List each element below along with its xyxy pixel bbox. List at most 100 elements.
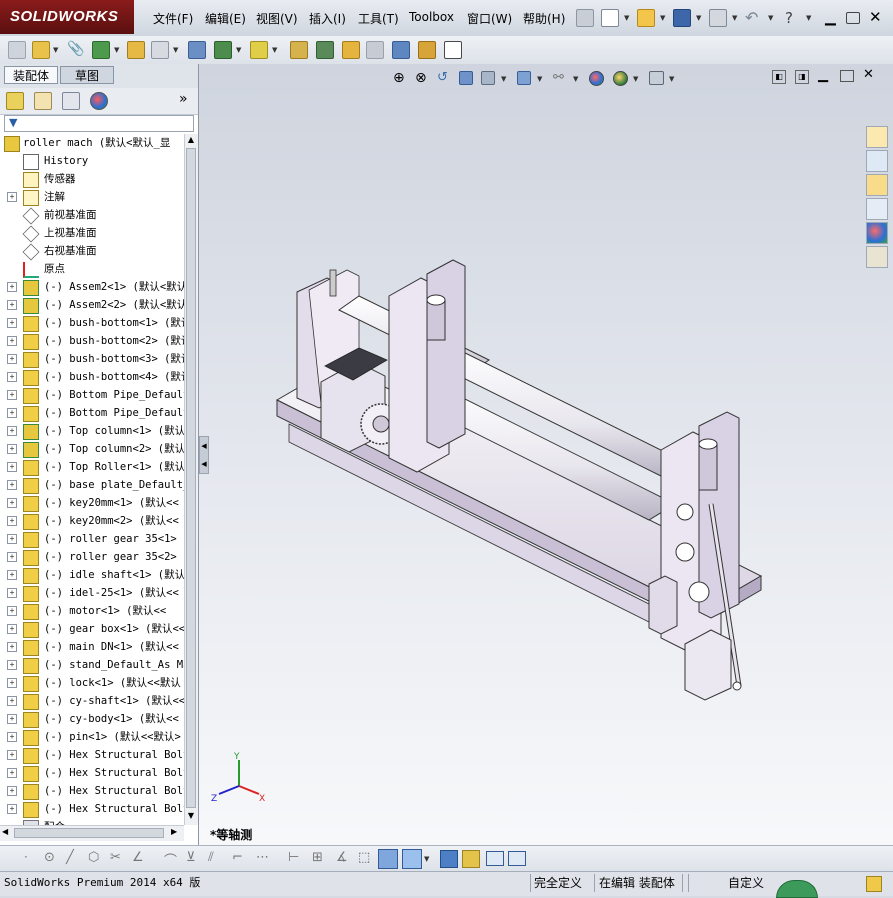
- chevron-down-icon[interactable]: ▼: [236, 46, 241, 54]
- angle-icon[interactable]: ∡: [336, 850, 348, 865]
- graphics-area[interactable]: ⊕ ⊗ ↺ ▼ ▼ ⚯ ▼ ▼ ▼ ◧ ◨ ▁ ✕ ◀ ◀ Y X Z *等轴测: [199, 64, 893, 845]
- expand-toggle-icon[interactable]: +: [7, 768, 17, 778]
- chevron-down-icon[interactable]: ▼: [114, 46, 119, 54]
- tree-item[interactable]: + (-) key20mm<2> (默认<<: [0, 512, 184, 530]
- roller-machine-model[interactable]: [199, 64, 893, 845]
- tree-item[interactable]: + (-) idel-25<1> (默认<<: [0, 584, 184, 602]
- expand-toggle-icon[interactable]: +: [7, 516, 17, 526]
- expand-toggle-icon[interactable]: +: [7, 588, 17, 598]
- configuration-manager-tab-icon[interactable]: [62, 92, 80, 110]
- tree-item[interactable]: + (-) Bottom Pipe_Default: [0, 404, 184, 422]
- dimension-icon[interactable]: ⊢: [288, 850, 299, 865]
- tree-item[interactable]: History: [0, 152, 184, 170]
- menu-insert[interactable]: 插入(I): [309, 10, 346, 27]
- task-pane-library-icon[interactable]: [866, 150, 888, 172]
- shaded-icon[interactable]: [402, 849, 422, 869]
- tree-item[interactable]: + (-) Assem2<1> (默认<默认: [0, 278, 184, 296]
- minimize-icon[interactable]: ▁: [825, 9, 843, 27]
- instant3d-icon[interactable]: [418, 41, 436, 59]
- chevron-down-icon[interactable]: ▼: [624, 14, 629, 22]
- expand-toggle-icon[interactable]: +: [7, 498, 17, 508]
- tree-item[interactable]: + (-) roller gear 35<2> (: [0, 548, 184, 566]
- shaded-with-edges-icon[interactable]: [378, 849, 398, 869]
- expand-toggle-icon[interactable]: +: [7, 426, 17, 436]
- expand-toggle-icon[interactable]: +: [7, 714, 17, 724]
- tree-item[interactable]: + (-) gear box<1> (默认<<: [0, 620, 184, 638]
- tree-item[interactable]: + (-) lock<1> (默认<<默认: [0, 674, 184, 692]
- tree-item[interactable]: + (-) Bottom Pipe_Default: [0, 386, 184, 404]
- tree-item[interactable]: + (-) bush-bottom<3> (默认: [0, 350, 184, 368]
- tree-item[interactable]: + (-) base plate_Default_: [0, 476, 184, 494]
- expand-toggle-icon[interactable]: +: [7, 624, 17, 634]
- tree-item[interactable]: + (-) Hex Structural Bolt: [0, 782, 184, 800]
- expand-toggle-icon[interactable]: +: [7, 606, 17, 616]
- tree-item[interactable]: + (-) pin<1> (默认<<默认>: [0, 728, 184, 746]
- corner-icon[interactable]: ⌐: [232, 850, 243, 865]
- task-pane-custom-properties-icon[interactable]: [866, 246, 888, 268]
- print-icon[interactable]: [709, 9, 727, 27]
- undo-icon[interactable]: ↶: [745, 9, 763, 27]
- expand-toggle-icon[interactable]: +: [7, 804, 17, 814]
- menu-tools[interactable]: 工具(T): [358, 10, 399, 27]
- menu-window[interactable]: 窗口(W): [467, 10, 512, 27]
- circle-icon[interactable]: ⊙: [44, 850, 55, 865]
- expand-toggle-icon[interactable]: +: [7, 300, 17, 310]
- new-motion-study-icon[interactable]: [290, 41, 308, 59]
- mirror-icon[interactable]: ⊻: [186, 850, 196, 865]
- chevron-down-icon[interactable]: ▼: [768, 14, 773, 22]
- tree-item[interactable]: 原点: [0, 260, 184, 278]
- tree-item[interactable]: + (-) bush-bottom<1> (默认: [0, 314, 184, 332]
- expand-toggle-icon[interactable]: +: [7, 444, 17, 454]
- single-view-icon[interactable]: [486, 851, 504, 866]
- tree-item[interactable]: + (-) bush-bottom<2> (默认: [0, 332, 184, 350]
- tree-item[interactable]: + (-) cy-body<1> (默认<<: [0, 710, 184, 728]
- tree-item[interactable]: 前视基准面: [0, 206, 184, 225]
- expand-toggle-icon[interactable]: +: [7, 642, 17, 652]
- scroll-left-icon[interactable]: ◀: [2, 827, 8, 836]
- chevron-down-icon[interactable]: ▼: [424, 855, 429, 863]
- construction-icon[interactable]: ⋯: [256, 850, 269, 865]
- interference-detection-icon[interactable]: [392, 41, 410, 59]
- tree-item[interactable]: 配合: [0, 818, 184, 825]
- assembly-visualization-icon[interactable]: [444, 41, 462, 59]
- units-dropdown[interactable]: 自定义: [728, 874, 764, 892]
- centerline-icon[interactable]: ⫽: [208, 850, 214, 865]
- expand-toggle-icon[interactable]: +: [7, 732, 17, 742]
- trim-icon[interactable]: ✂: [110, 850, 121, 865]
- tree-item[interactable]: 传感器: [0, 170, 184, 188]
- show-hidden-icon[interactable]: [188, 41, 206, 59]
- tree-item[interactable]: + (-) Top Roller<1> (默认: [0, 458, 184, 476]
- chevron-down-icon[interactable]: ▼: [272, 46, 277, 54]
- expand-toggle-icon[interactable]: +: [7, 408, 17, 418]
- close-icon[interactable]: ✕: [869, 8, 887, 26]
- explode-line-sketch-icon[interactable]: [366, 41, 384, 59]
- tree-item[interactable]: + (-) cy-shaft<1> (默认<<: [0, 692, 184, 710]
- save-icon[interactable]: [673, 9, 691, 27]
- tree-item[interactable]: + (-) idle shaft<1> (默认: [0, 566, 184, 584]
- chevron-down-icon[interactable]: ▼: [660, 14, 665, 22]
- expand-toggle-icon[interactable]: +: [7, 462, 17, 472]
- expand-toggle-icon[interactable]: +: [7, 390, 17, 400]
- menu-edit[interactable]: 编辑(E): [205, 10, 246, 27]
- open-folder-icon[interactable]: [637, 9, 655, 27]
- line-icon[interactable]: ╱: [66, 850, 74, 865]
- scroll-thumb-horizontal[interactable]: [14, 828, 164, 838]
- exploded-view-icon[interactable]: [342, 41, 360, 59]
- expand-toggle-icon[interactable]: +: [7, 534, 17, 544]
- tree-item[interactable]: + (-) Top column<1> (默认: [0, 422, 184, 440]
- tree-item[interactable]: 右视基准面: [0, 242, 184, 261]
- move-component-icon[interactable]: [151, 41, 169, 59]
- chevron-down-icon[interactable]: ▼: [696, 14, 701, 22]
- extend-icon[interactable]: ∠: [132, 850, 144, 865]
- task-pane-explorer-icon[interactable]: [866, 174, 888, 196]
- pin-icon[interactable]: [576, 9, 594, 27]
- expand-toggle-icon[interactable]: +: [7, 750, 17, 760]
- expand-tabs-icon[interactable]: »: [179, 91, 188, 107]
- feature-manager-tab-icon[interactable]: [6, 92, 24, 110]
- tree-item[interactable]: + (-) stand_Default_As Ma: [0, 656, 184, 674]
- tree-item[interactable]: + (-) roller gear 35<1> (: [0, 530, 184, 548]
- menu-view[interactable]: 视图(V): [256, 10, 298, 27]
- expand-toggle-icon[interactable]: +: [7, 570, 17, 580]
- solidworks-logo[interactable]: SOLIDWORKS: [0, 0, 134, 34]
- task-pane-appearances-icon[interactable]: [866, 222, 888, 244]
